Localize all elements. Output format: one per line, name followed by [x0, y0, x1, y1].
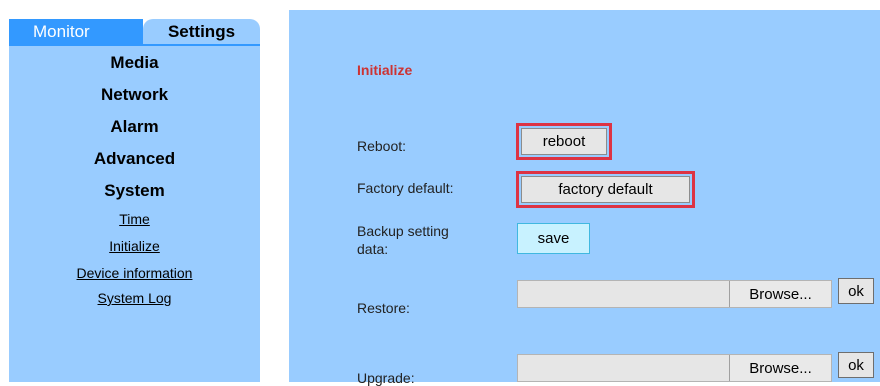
tab-underline [9, 44, 260, 46]
restore-label: Restore: [357, 300, 410, 316]
restore-browse-button[interactable]: Browse... [729, 281, 831, 307]
page: Monitor Settings Media Network Alarm Adv… [0, 0, 880, 386]
upgrade-browse-button[interactable]: Browse... [729, 355, 831, 381]
upgrade-file-input[interactable]: Browse... [517, 354, 832, 382]
backup-label-line2: data: [357, 241, 389, 257]
sidebar-item-network[interactable]: Network [9, 85, 260, 105]
sidebar-item-advanced[interactable]: Advanced [9, 149, 260, 169]
restore-ok-button[interactable]: ok [838, 278, 874, 304]
sidebar: Monitor Settings Media Network Alarm Adv… [9, 10, 260, 382]
factory-default-button[interactable]: factory default [521, 176, 690, 203]
tab-monitor[interactable]: Monitor [9, 19, 143, 44]
tab-settings[interactable]: Settings [143, 19, 260, 44]
upgrade-ok-button[interactable]: ok [838, 352, 874, 378]
sidebar-item-media[interactable]: Media [9, 53, 260, 73]
sidebar-link-initialize[interactable]: Initialize [9, 238, 260, 254]
sidebar-link-system-log[interactable]: System Log [9, 290, 260, 306]
backup-label-line1: Backup setting [357, 223, 449, 239]
settings-panel: Initialize Reboot: reboot Factory defaul… [289, 10, 880, 386]
sidebar-link-device-information[interactable]: Device information [9, 265, 260, 281]
upgrade-label: Upgrade: [357, 370, 415, 386]
sidebar-item-system[interactable]: System [9, 181, 260, 201]
save-button[interactable]: save [517, 223, 590, 254]
reboot-button[interactable]: reboot [521, 128, 607, 155]
sidebar-item-alarm[interactable]: Alarm [9, 117, 260, 137]
tab-bar: Monitor Settings [9, 10, 260, 44]
reboot-label: Reboot: [357, 138, 407, 154]
section-title: Initialize [357, 62, 413, 78]
restore-file-input[interactable]: Browse... [517, 280, 832, 308]
sidebar-link-time[interactable]: Time [9, 211, 260, 227]
factory-default-label: Factory default: [357, 180, 454, 196]
